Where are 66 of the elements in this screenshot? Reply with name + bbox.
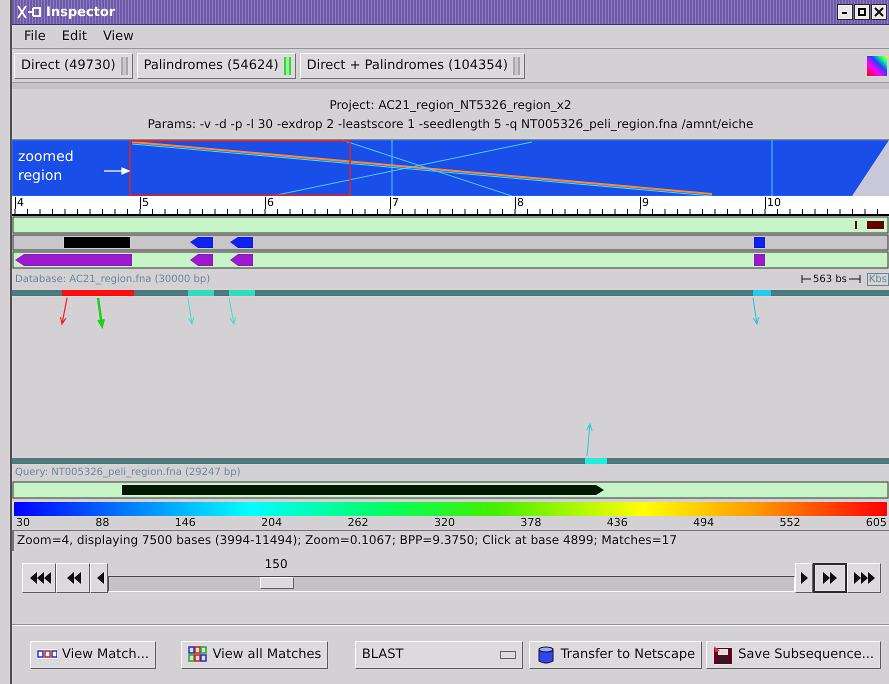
menu-item[interactable]: File [16,29,54,44]
maximize-icon[interactable] [854,4,870,20]
color-scale-label: 320 [434,516,455,530]
triangle-right-icon [800,571,808,586]
view-match-button[interactable]: View Match... [30,640,156,669]
database-label: Database: AC21_region.fna (30000 bp) [15,274,210,285]
back-button[interactable] [90,563,108,594]
window-title: Inspector [46,4,116,20]
feature-tracks-drawing[interactable] [12,216,889,270]
filter-tab[interactable]: Direct + Palindromes (104354) [300,52,525,79]
ruler-label: 7 [390,197,399,210]
back-fast-button[interactable] [56,563,90,594]
query-label: Query: NT005326_peli_region.fna (29247 bp) [14,466,242,478]
triangle-right-icon [852,571,876,586]
color-scale-label: 88 [95,516,110,530]
action-button[interactable]: Save Subsequence... [706,640,881,669]
program-dropdown[interactable]: BLAST [354,640,523,669]
slider-value: 150 [264,557,288,572]
menu-item[interactable]: Edit [54,29,95,44]
ruler-label: 5 [140,197,149,210]
last-button[interactable] [847,563,881,594]
slider-thumb[interactable] [260,577,294,590]
color-scale-label: 204 [261,516,282,530]
zoomed-region-label: zoomed region [18,148,75,186]
filter-tab[interactable]: Palindromes (54624) [136,52,296,79]
arrow-icon [104,167,130,176]
color-scale-label: 552 [780,516,801,530]
query-track-drawing[interactable] [12,481,889,500]
color-scale-label: 378 [520,516,542,530]
ruler-label: 9 [640,197,649,210]
triangle-left-icon [94,571,104,586]
minimize-icon[interactable] [837,4,853,20]
ruler-label: 8 [515,197,524,210]
action-button[interactable]: Transfer to Netscape [528,640,702,669]
forward-fast-button[interactable] [813,563,847,594]
status-text: Zoom=4, displaying 7500 bases (3994-11494); Zoom=0.1067; BPP=9.3750; Click at base 4899; Matches=17 [12,530,889,552]
color-scale-label: 30 [16,516,30,530]
action-button[interactable]: View all Matches [180,640,328,669]
ruler-label: 6 [265,197,274,210]
params-text: Params: -v -d -p -l 30 -exdrop 2 -leastscore 1 -seedlength 5 -q NT005326_peli_region.fna /amnt/eiche [148,116,754,131]
first-button[interactable] [22,563,56,594]
forward-button[interactable] [795,563,813,594]
color-scale-label: 605 [866,516,887,530]
color-scale-label: 436 [606,516,628,530]
scale-bar-icon [801,275,812,284]
ruler-label: 4 [15,197,24,210]
menu-item[interactable]: View [94,29,142,44]
close-icon[interactable] [871,4,887,20]
dotplot-drawing[interactable] [12,140,889,196]
color-scale-label: 262 [348,516,369,530]
scale-bar-icon [848,275,861,284]
database-icon [536,646,556,664]
color-scale-label: 146 [174,516,196,530]
triangle-left-icon [28,571,50,586]
alignment-drawing[interactable] [12,288,889,464]
color-scale-label: 494 [693,516,714,530]
dropdown-icon [500,650,516,659]
project-title: Project: AC21_region_NT5326_region_x2 [329,98,572,112]
ruler-label: 10 [765,197,781,210]
filter-tab[interactable]: Direct (49730) [14,52,133,79]
matrix-icon [188,646,208,664]
triangle-left-icon [65,571,81,586]
color-palette-icon[interactable] [867,56,887,76]
window-logo-icon [16,4,42,20]
triangle-right-icon [822,571,838,586]
scale-label: 563 bs [813,274,847,285]
